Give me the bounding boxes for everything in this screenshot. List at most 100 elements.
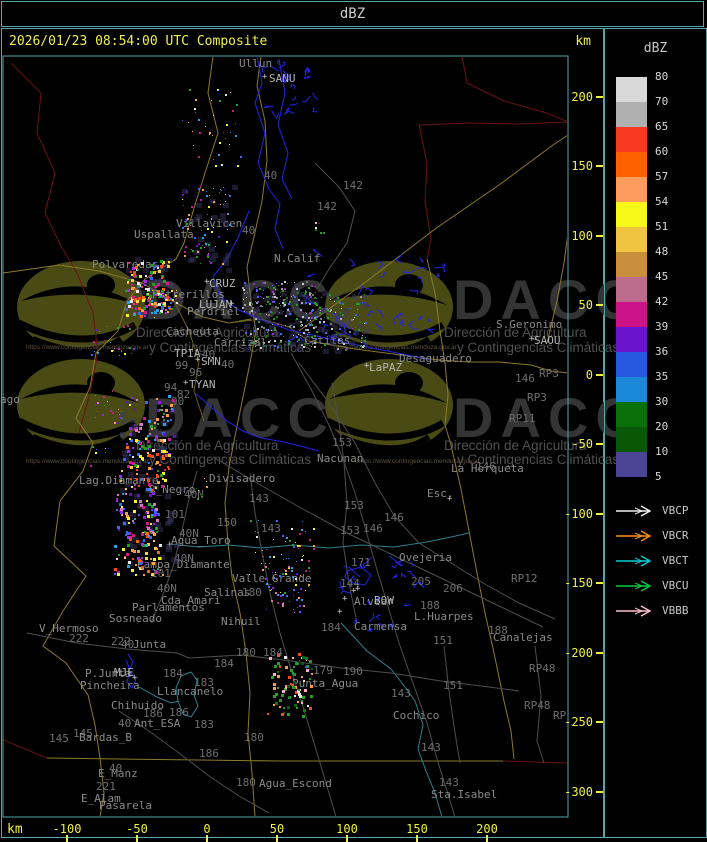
radar-echo-cell xyxy=(293,595,294,596)
radar-echo-cell xyxy=(277,671,279,673)
radar-echo-cell xyxy=(136,399,138,401)
radar-echo-cell xyxy=(235,135,237,137)
radar-echo-cell xyxy=(225,94,227,96)
radar-echo-cell xyxy=(301,559,303,561)
radar-echo-cell xyxy=(262,293,263,294)
map-line-gray xyxy=(443,645,461,764)
radar-echo-cell xyxy=(147,527,150,530)
route-number: 40 xyxy=(221,358,234,371)
radar-echo-cell xyxy=(150,532,152,534)
radar-haze-cell xyxy=(179,487,185,492)
radar-echo-cell xyxy=(158,297,159,298)
dacc-watermark: DACCDirección de Agriculturay Contingenc… xyxy=(17,359,328,467)
place-label: L.Huarpes xyxy=(414,610,474,623)
radar-echo-cell xyxy=(300,588,302,590)
route-number: 40 xyxy=(242,224,255,237)
radar-echo-cell xyxy=(151,468,153,470)
radar-echo-cell xyxy=(182,199,183,200)
radar-echo-cell xyxy=(310,342,311,343)
radar-echo-cell xyxy=(273,556,275,558)
radar-echo-cell xyxy=(142,506,145,509)
radar-echo-cell xyxy=(314,297,316,299)
radar-echo-cell xyxy=(134,518,136,520)
route-number: 142 xyxy=(343,179,363,192)
radar-echo-cell xyxy=(151,516,153,518)
radar-echo-cell xyxy=(310,320,311,321)
radar-echo-cell xyxy=(139,443,141,445)
radar-echo-cell xyxy=(137,264,139,266)
radar-echo-cell xyxy=(152,290,153,291)
radar-echo-cell xyxy=(135,439,138,442)
radar-echo-cell xyxy=(147,435,149,437)
route-number: RP11 xyxy=(509,412,536,425)
radar-map[interactable]: DACCDirección de Agriculturay Contingenc… xyxy=(0,55,636,842)
dbz-scale-value: 20 xyxy=(655,420,669,433)
radar-echo-cell xyxy=(269,657,272,660)
radar-echo-cell xyxy=(162,296,163,297)
radar-echo-cell xyxy=(273,704,275,706)
radar-echo-cell xyxy=(288,303,290,305)
radar-echo-cell xyxy=(162,478,164,480)
place-label: Agua_Escond xyxy=(259,777,332,790)
radar-echo-cell xyxy=(122,500,124,502)
radar-echo-cell xyxy=(305,302,307,304)
radar-echo-cell xyxy=(275,572,276,573)
radar-echo-cell xyxy=(156,531,158,533)
radar-echo-cell xyxy=(279,303,280,304)
place-label: Uspallata xyxy=(134,228,194,241)
radar-echo-cell xyxy=(141,478,144,481)
radar-echo-cell xyxy=(184,251,186,253)
vector-arrow-icon xyxy=(616,579,652,592)
radar-echo-cell xyxy=(249,347,250,348)
radar-echo-cell xyxy=(213,188,214,189)
radar-echo-cell xyxy=(213,201,215,203)
radar-haze-cell xyxy=(212,253,218,258)
radar-echo-cell xyxy=(230,132,231,133)
radar-echo-cell xyxy=(342,340,343,341)
radar-echo-cell xyxy=(95,329,97,331)
radar-echo-cell xyxy=(111,350,113,352)
radar-echo-cell xyxy=(275,313,276,314)
radar-echo-cell xyxy=(114,545,117,548)
radar-echo-cell xyxy=(321,297,322,298)
radar-echo-cell xyxy=(197,250,198,251)
radar-echo-cell xyxy=(94,351,95,352)
radar-echo-cell xyxy=(135,429,138,432)
radar-echo-cell xyxy=(305,325,307,327)
radar-echo-cell xyxy=(282,690,285,693)
radar-echo-cell xyxy=(113,350,114,351)
dbz-swatch xyxy=(616,377,647,402)
radar-echo-cell xyxy=(215,165,217,167)
radar-haze-cell xyxy=(167,519,173,524)
radar-echo-cell xyxy=(281,554,282,555)
radar-echo-cell xyxy=(249,304,251,306)
radar-echo-cell xyxy=(281,288,283,290)
radar-echo-cell xyxy=(311,346,312,347)
radar-composite-app: dBZ 2026/01/23 08:54:00 UTC Composite km… xyxy=(0,0,707,842)
radar-echo-cell xyxy=(158,270,161,273)
radar-echo-cell xyxy=(121,506,123,508)
radar-echo-cell xyxy=(320,232,322,234)
radar-echo-cell xyxy=(156,514,158,516)
radar-echo-cell xyxy=(163,302,166,305)
radar-echo-cell xyxy=(309,707,312,710)
radar-echo-cell xyxy=(97,352,99,354)
radar-echo-cell xyxy=(162,455,164,457)
dbz-scale-value: 70 xyxy=(655,95,669,108)
radar-echo-cell xyxy=(153,558,156,561)
legend-label: VBCP xyxy=(662,504,689,517)
radar-echo-cell xyxy=(283,311,284,312)
radar-haze-cell xyxy=(343,308,349,313)
radar-echo-cell xyxy=(319,321,321,323)
radar-echo-cell xyxy=(134,500,137,503)
radar-echo-cell xyxy=(306,313,307,314)
route-number: 151 xyxy=(443,679,463,692)
radar-echo-cell xyxy=(292,305,293,306)
vector-arrow-icon xyxy=(616,504,652,517)
radar-echo-cell xyxy=(163,419,165,421)
radar-echo-cell xyxy=(211,100,212,101)
radar-echo-cell xyxy=(146,473,148,475)
radar-echo-cell xyxy=(154,439,156,441)
radar-echo-cell xyxy=(293,295,294,296)
radar-echo-cell xyxy=(324,317,325,318)
